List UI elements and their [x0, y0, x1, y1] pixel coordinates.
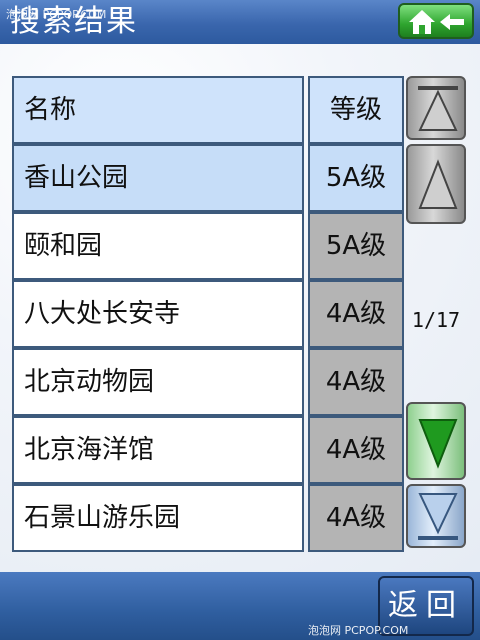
column-header-grade: 等级 [308, 76, 404, 144]
row-grade: 4A级 [308, 484, 404, 552]
page-up-icon [418, 86, 458, 131]
column-header-name: 名称 [12, 76, 304, 144]
home-back-icon [409, 10, 464, 34]
page-indicator: 1/17 [411, 308, 461, 332]
arrow-down-icon [418, 419, 458, 469]
watermark-top: 泡泡网 PCPOP.COM [6, 8, 107, 21]
table-row[interactable]: 八大处长安寺 4A级 [12, 280, 406, 348]
table-row[interactable]: 北京动物园 4A级 [12, 348, 406, 416]
row-name: 八大处长安寺 [12, 280, 304, 348]
page-down-icon [418, 493, 458, 540]
table-row[interactable]: 颐和园 5A级 [12, 212, 406, 280]
row-name: 北京海洋馆 [12, 416, 304, 484]
scroll-up-button[interactable] [406, 144, 466, 224]
row-name: 石景山游乐园 [12, 484, 304, 552]
scroll-down-button[interactable] [406, 402, 466, 480]
table-row[interactable]: 北京海洋馆 4A级 [12, 416, 406, 484]
row-name: 颐和园 [12, 212, 304, 280]
row-name: 北京动物园 [12, 348, 304, 416]
row-name: 香山公园 [12, 144, 304, 212]
row-grade: 4A级 [308, 416, 404, 484]
row-grade: 5A级 [308, 144, 404, 212]
scrollbar: 1/17 [406, 76, 470, 550]
table-row[interactable]: 石景山游乐园 4A级 [12, 484, 406, 552]
row-grade: 5A级 [308, 212, 404, 280]
page-up-button[interactable] [406, 76, 466, 140]
row-grade: 4A级 [308, 348, 404, 416]
table-row[interactable]: 香山公园 5A级 [12, 144, 406, 212]
page-down-button[interactable] [406, 484, 466, 548]
row-grade: 4A级 [308, 280, 404, 348]
arrow-up-icon [418, 159, 458, 209]
home-button[interactable] [398, 3, 474, 39]
title-bar: 搜索结果 泡泡网 PCPOP.COM [0, 0, 480, 44]
watermark-bottom: 泡泡网 PCPOP.COM [308, 624, 409, 637]
table-header-row: 名称 等级 [12, 76, 406, 144]
